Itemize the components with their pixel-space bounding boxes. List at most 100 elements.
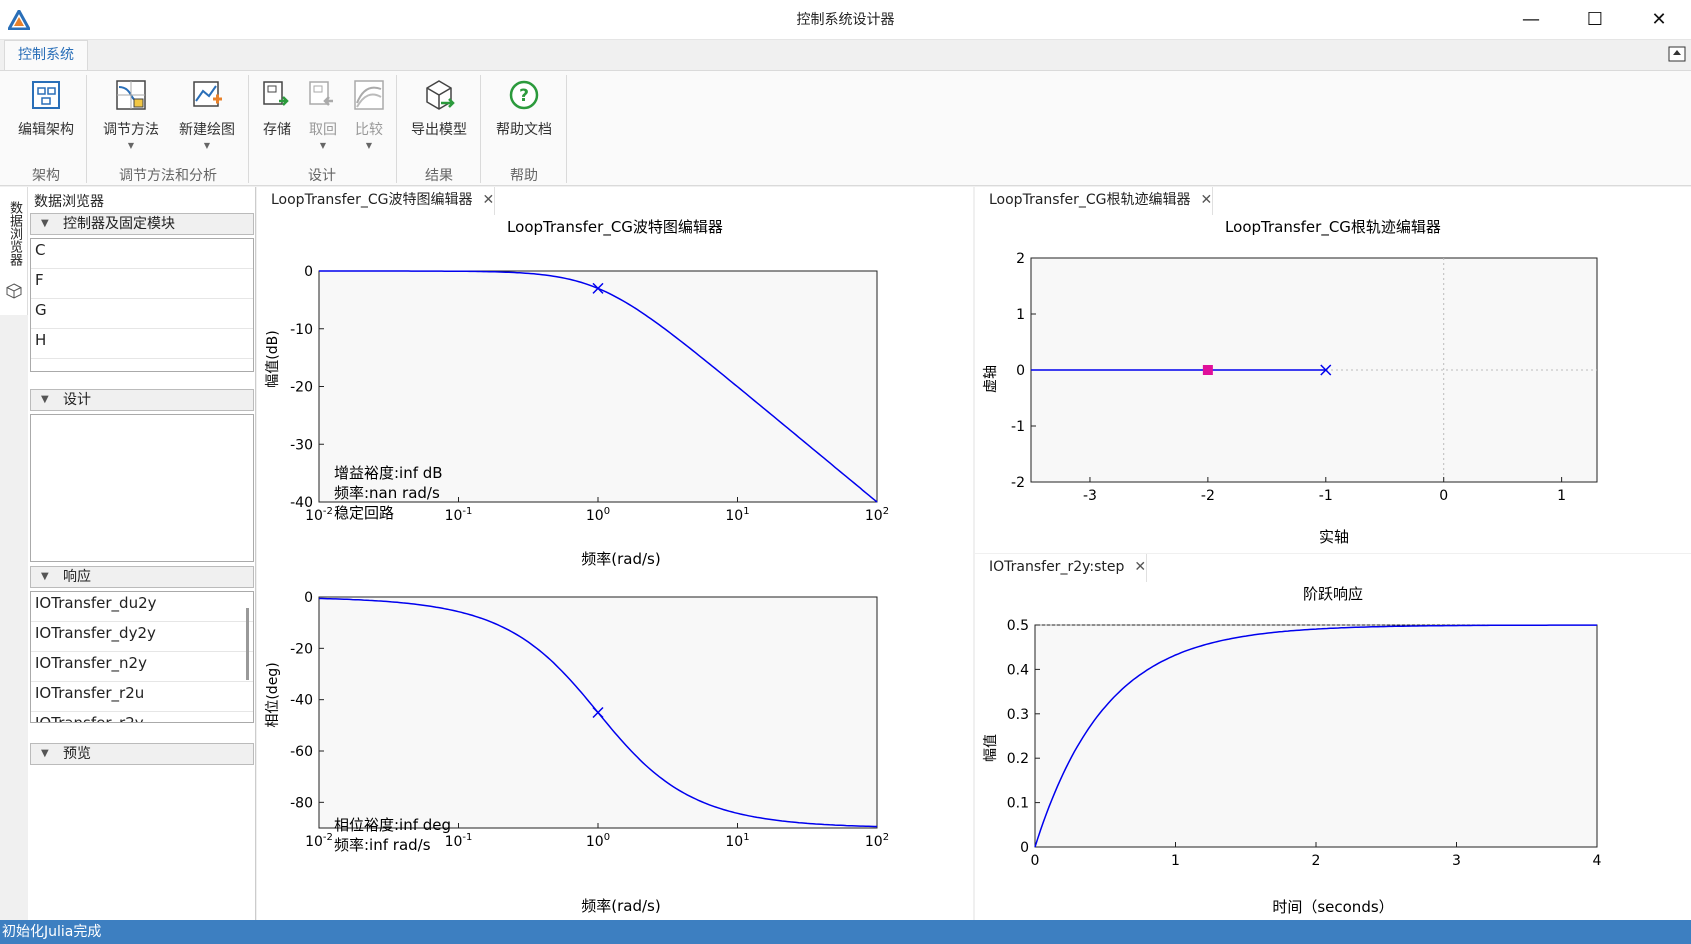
x-tick-label: 4 [1593, 853, 1602, 869]
ribbon-tab-strip [0, 40, 1691, 70]
root-locus-xlabel: 实轴 [1319, 528, 1349, 546]
list-item-controller[interactable]: F [31, 269, 253, 299]
phase-margin-frequency: 频率:inf rad/s [334, 836, 431, 854]
close-button[interactable]: ✕ [1636, 0, 1682, 40]
cube-icon [6, 283, 22, 299]
phase-xlabel: 频率(rad/s) [581, 897, 660, 915]
y-tick-label: -80 [290, 795, 313, 811]
y-tick-label: -20 [290, 641, 313, 657]
scrollbar-thumb[interactable] [246, 608, 249, 680]
ribbon-separator [248, 75, 249, 183]
tab-bode-editor[interactable]: LoopTransfer_CG波特图编辑器 ✕ [257, 187, 496, 215]
list-item-controller[interactable]: G [31, 299, 253, 329]
close-tab-icon[interactable]: ✕ [1134, 559, 1146, 575]
x-tick-label: 10-1 [445, 506, 473, 524]
minimize-button[interactable]: — [1508, 0, 1554, 40]
x-tick-label: -3 [1083, 488, 1097, 504]
section-header-design[interactable]: ▼ 设计 [30, 389, 254, 411]
ribbon-tab-control-system[interactable]: 控制系统 [4, 40, 88, 70]
group-label-tuning: 调节方法和分析 [119, 168, 217, 184]
retrieve-icon [309, 81, 333, 106]
step-response-plot: 阶跃响应 0 1 2 3 4 0.5 0.4 0.3 0.2 0.1 0 幅值 时间（seconds… [983, 585, 1602, 916]
help-docs-label: 帮助文档 [496, 122, 552, 138]
section-header-preview[interactable]: ▼ 预览 [30, 743, 254, 765]
bode-title: LoopTransfer_CG波特图编辑器 [507, 218, 723, 237]
chevron-down-icon: ▼ [127, 141, 135, 150]
step-title: 阶跃响应 [1303, 585, 1363, 603]
y-tick-label: -60 [290, 744, 313, 760]
section-title: 设计 [63, 392, 91, 408]
compare-button[interactable]: 比较 ▼ [350, 79, 388, 159]
close-tab-icon[interactable]: ✕ [1201, 192, 1213, 208]
list-item-response[interactable]: IOTransfer_n2y [31, 652, 253, 682]
section-title: 响应 [63, 569, 91, 585]
x-tick-label: -2 [1201, 488, 1215, 504]
chevron-down-icon: ▼ [365, 141, 373, 150]
step-xlabel: 时间（seconds） [1272, 898, 1393, 916]
close-tab-icon[interactable]: ✕ [483, 192, 495, 208]
collapse-ribbon-icon[interactable] [1668, 46, 1686, 62]
root-locus-title: LoopTransfer_CG根轨迹编辑器 [1225, 218, 1441, 237]
tuning-method-label: 调节方法 [103, 122, 159, 138]
maximize-button[interactable]: ☐ [1572, 0, 1618, 40]
collapse-arrow-icon: ▼ [41, 571, 49, 582]
section-title: 预览 [63, 746, 91, 762]
export-model-icon [426, 80, 455, 110]
compare-icon [354, 80, 384, 110]
export-model-button[interactable]: 导出模型 [406, 79, 472, 159]
list-item-response[interactable]: IOTransfer_r2u [31, 682, 253, 712]
status-bar: 初始化Julia完成 [0, 920, 1691, 944]
tuning-method-button[interactable]: 调节方法 ▼ [98, 79, 164, 159]
help-docs-button[interactable]: ? 帮助文档 [490, 79, 558, 159]
y-tick-label: -40 [290, 495, 313, 511]
list-item-response[interactable]: IOTransfer_r2y [31, 712, 253, 722]
list-item-response[interactable]: IOTransfer_dy2y [31, 622, 253, 652]
y-tick-label: 0.5 [1007, 618, 1029, 634]
x-tick-label: 0 [1031, 853, 1040, 869]
edit-architecture-button[interactable]: 编辑架构 [12, 79, 80, 159]
tuning-icon [116, 80, 146, 110]
title-bar: 控制系统设计器 — ☐ ✕ [0, 0, 1691, 40]
y-tick-label: 0.2 [1007, 751, 1029, 767]
tab-label: LoopTransfer_CG波特图编辑器 [271, 192, 473, 208]
root-locus-plot: LoopTransfer_CG根轨迹编辑器 -3 -2 -1 0 1 2 1 0 -1 -2 虚轴… [983, 218, 1598, 546]
side-tab-data-browser[interactable]: 数据浏览器 [0, 187, 28, 315]
store-button[interactable]: 存储 [258, 79, 296, 159]
section-header-response[interactable]: ▼ 响应 [30, 566, 254, 588]
collapse-arrow-icon: ▼ [41, 394, 49, 405]
section-title: 控制器及固定模块 [63, 216, 175, 232]
x-tick-label: 100 [586, 832, 610, 850]
controllers-list: C F G H [30, 238, 254, 372]
tab-root-locus-editor[interactable]: LoopTransfer_CG根轨迹编辑器 ✕ [975, 187, 1214, 215]
group-label-help: 帮助 [510, 168, 538, 184]
y-tick-label: 2 [1016, 251, 1025, 267]
retrieve-label: 取回 [309, 122, 337, 138]
root-locus-ylabel: 虚轴 [983, 365, 999, 393]
new-plot-button[interactable]: 新建绘图 ▼ [174, 79, 240, 159]
store-label: 存储 [263, 122, 291, 138]
data-browser-title: 数据浏览器 [34, 194, 104, 210]
chevron-down-icon: ▼ [203, 141, 211, 150]
stability-text: 稳定回路 [334, 504, 394, 522]
help-icon: ? [509, 80, 539, 110]
step-response-panel: IOTransfer_r2y:step ✕ 阶跃响应 0 1 2 3 4 0.5 0.4 0.3… [975, 554, 1691, 920]
x-tick-label: 10-1 [445, 832, 473, 850]
tab-label: LoopTransfer_CG根轨迹编辑器 [989, 192, 1191, 208]
retrieve-button[interactable]: 取回 ▼ [304, 79, 342, 159]
gain-margin-text: 增益裕度:inf dB [334, 464, 443, 482]
x-tick-label: 10-2 [305, 832, 333, 850]
export-model-label: 导出模型 [411, 122, 467, 138]
x-tick-label: 100 [586, 506, 610, 524]
list-item-controller[interactable]: H [31, 329, 253, 359]
x-tick-label: -1 [1319, 488, 1333, 504]
section-header-controllers[interactable]: ▼ 控制器及固定模块 [30, 213, 254, 235]
magnitude-ylabel: 幅值(dB) [265, 330, 281, 387]
x-tick-label: 101 [725, 832, 749, 850]
tab-step-response[interactable]: IOTransfer_r2y:step ✕ [975, 554, 1148, 582]
x-tick-label: 1 [1557, 488, 1566, 504]
list-item-controller[interactable]: C [31, 239, 253, 269]
y-tick-label: 0.1 [1007, 796, 1029, 812]
list-item-response[interactable]: IOTransfer_du2y [31, 592, 253, 622]
ribbon-separator [396, 75, 397, 183]
collapse-arrow-icon: ▼ [41, 748, 49, 759]
